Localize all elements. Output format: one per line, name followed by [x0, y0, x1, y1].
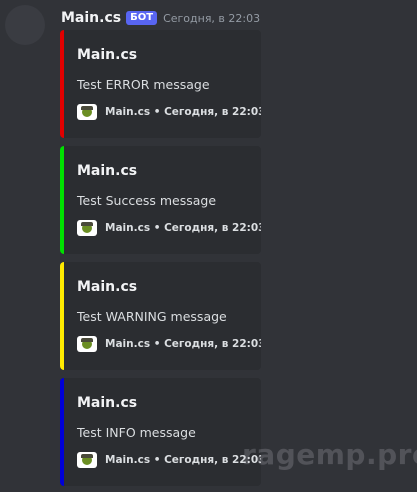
author-name[interactable]: Main.cs [61, 10, 121, 26]
embed-footer: Main.cs • Сегодня, в 22:03 [77, 452, 261, 468]
avatar[interactable] [5, 5, 45, 45]
embed-title: Main.cs [77, 163, 138, 179]
embed-title: Main.cs [77, 47, 138, 63]
message-header: Main.cs БОТ Сегодня, в 22:03 [61, 8, 260, 28]
embed-description: Test Success message [77, 193, 217, 208]
embed-accent-bar [60, 30, 64, 138]
bot-avatar-icon [77, 452, 97, 468]
embed-accent-bar [60, 262, 64, 370]
embed-accent-bar [60, 378, 64, 486]
embed-error: Main.cs Test ERROR message Main.cs • Сег… [60, 30, 261, 138]
embed-warning: Main.cs Test WARNING message Main.cs • С… [60, 262, 261, 370]
embed-footer-text: Main.cs • Сегодня, в 22:03 [105, 338, 261, 350]
embed-footer-text: Main.cs • Сегодня, в 22:03 [105, 222, 261, 234]
embed-description: Test WARNING message [77, 309, 227, 324]
embed-footer: Main.cs • Сегодня, в 22:03 [77, 220, 261, 236]
embed-footer-text: Main.cs • Сегодня, в 22:03 [105, 106, 261, 118]
bot-avatar-icon [77, 336, 97, 352]
embed-footer-text: Main.cs • Сегодня, в 22:03 [105, 454, 261, 466]
embed-footer: Main.cs • Сегодня, в 22:03 [77, 104, 261, 120]
embed-description: Test INFO message [77, 425, 196, 440]
embed-accent-bar [60, 146, 64, 254]
bot-badge: БОТ [126, 11, 158, 25]
embed-title: Main.cs [77, 395, 138, 411]
embed-info: Main.cs Test INFO message Main.cs • Сего… [60, 378, 261, 486]
message-timestamp[interactable]: Сегодня, в 22:03 [163, 12, 260, 25]
bot-avatar-icon [77, 104, 97, 120]
bot-avatar-icon [77, 220, 97, 236]
embed-description: Test ERROR message [77, 77, 210, 92]
watermark: ragemp.pro [242, 438, 417, 471]
chat-message: Main.cs БОТ Сегодня, в 22:03 Main.cs Tes… [0, 0, 417, 492]
embed-title: Main.cs [77, 279, 138, 295]
embed-success: Main.cs Test Success message Main.cs • С… [60, 146, 261, 254]
embed-footer: Main.cs • Сегодня, в 22:03 [77, 336, 261, 352]
